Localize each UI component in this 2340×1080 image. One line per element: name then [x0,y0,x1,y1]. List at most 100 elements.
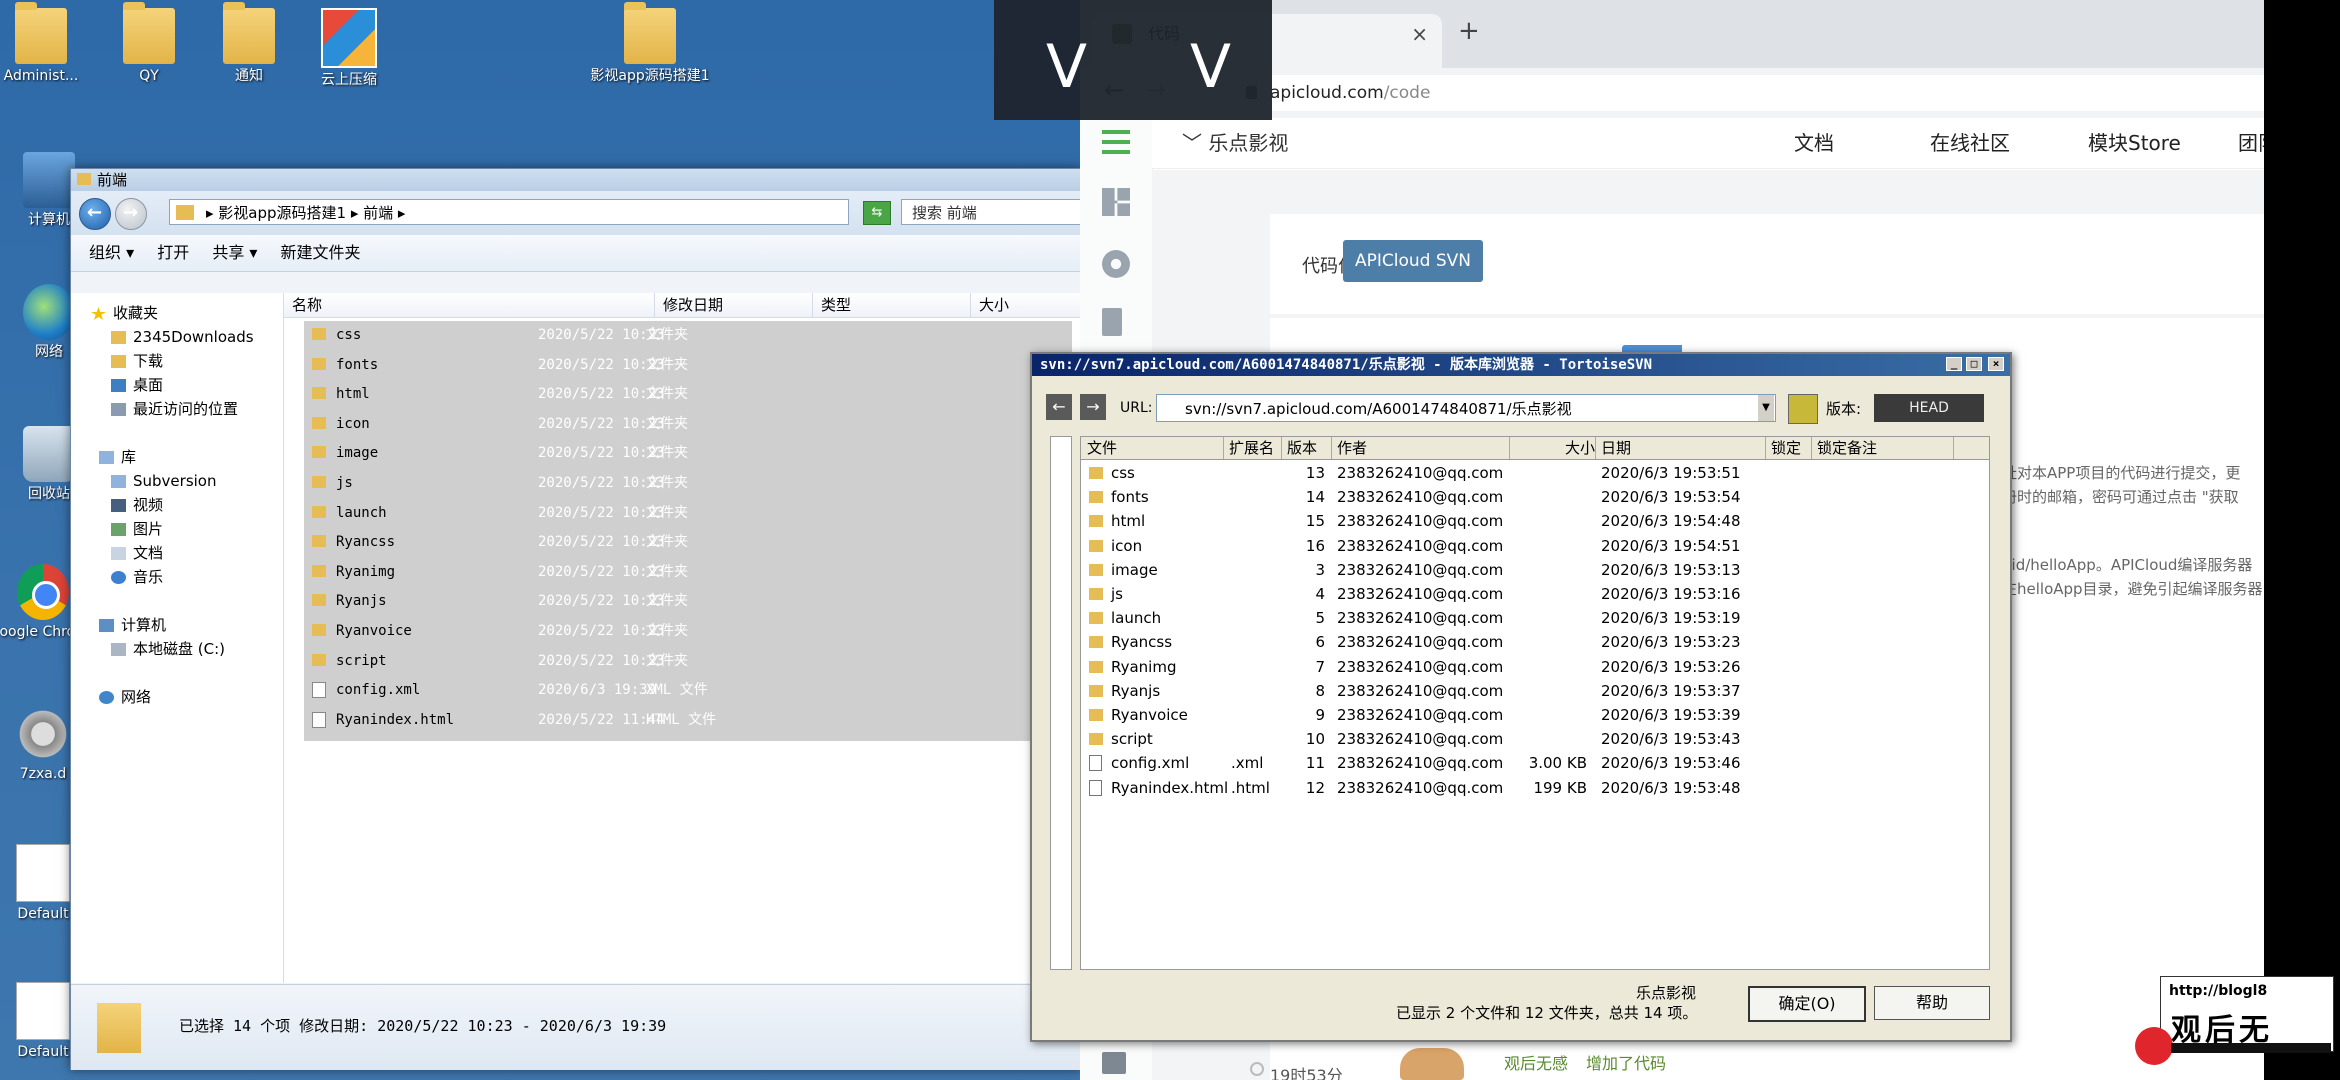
commit-author[interactable]: 观后无感 [1504,1050,1568,1074]
table-row[interactable]: Ryanvoice 9 2383262410@qq.com 2020/6/3 19:5… [1081,703,1989,727]
desktop-icon-notice[interactable]: 通知 [194,2,304,84]
project-selector[interactable]: ﹀ 乐点影视 [1182,118,1288,168]
table-row[interactable]: fonts 2020/5/22 10:23 文件夹 [304,351,1072,379]
column-rev[interactable]: 版本 [1281,437,1332,459]
table-row[interactable]: icon 2020/5/22 10:23 文件夹 [304,410,1072,438]
column-lock-note[interactable]: 锁定备注 [1811,437,1954,459]
help-button[interactable]: 帮助 [1874,986,1990,1020]
nav-label: 文档 [133,544,164,562]
forward-button[interactable]: → [1080,394,1106,420]
back-button[interactable]: ← [1046,394,1072,420]
ok-button[interactable]: 确定(O) [1748,986,1866,1022]
table-row[interactable]: css 13 2383262410@qq.com 2020/6/3 19:53:51 [1081,461,1989,485]
column-type[interactable]: 类型 [812,293,971,317]
share-button[interactable]: 共享 ▾ [212,235,257,271]
table-row[interactable]: fonts 14 2383262410@qq.com 2020/6/3 19:53:5… [1081,485,1989,509]
nav-community[interactable]: 在线社区 [1930,118,2010,168]
grid-icon[interactable] [1102,188,1130,216]
column-date[interactable]: 日期 [1595,437,1766,459]
table-row[interactable]: Ryancss 2020/5/22 10:23 文件夹 [304,528,1072,556]
maximize-button[interactable]: □ [1966,357,1982,371]
window-icon[interactable] [1102,1052,1126,1074]
version-button[interactable]: HEAD [1874,394,1984,422]
column-date[interactable]: 修改日期 [654,293,813,317]
table-row[interactable]: html 2020/5/22 10:23 文件夹 [304,380,1072,408]
table-row[interactable]: Ryanvoice 2020/5/22 10:23 文件夹 [304,617,1072,645]
table-row[interactable]: js 4 2383262410@qq.com 2020/6/3 19:53:16 [1081,582,1989,606]
table-row[interactable]: Ryancss 6 2383262410@qq.com 2020/6/3 19:53:… [1081,630,1989,654]
nav-item-videos[interactable]: 视频 [111,495,163,515]
close-button[interactable]: × [1988,357,2004,371]
nav-item-subversion[interactable]: Subversion [111,471,217,491]
column-lock[interactable]: 锁定 [1765,437,1812,459]
table-row[interactable]: image 3 2383262410@qq.com 2020/6/3 19:53:13 [1081,558,1989,582]
search-input[interactable]: 搜索 前端 [901,199,1081,225]
svn-url-input[interactable]: svn://svn7.apicloud.com/A6001474840871/乐… [1156,394,1776,422]
nav-network[interactable]: 网络 [99,687,151,707]
column-name[interactable]: 名称 [284,293,642,317]
nav-item-recent[interactable]: 最近访问的位置 [111,399,238,419]
gear-icon[interactable] [1102,250,1130,278]
table-row[interactable]: css 2020/5/22 10:23 文件夹 [304,321,1072,349]
nav-favorites[interactable]: 收藏夹 [91,303,158,323]
minimize-button[interactable]: _ [1946,357,1962,371]
forward-button[interactable]: → [115,198,147,230]
table-row[interactable]: icon 16 2383262410@qq.com 2020/6/3 19:54:51 [1081,534,1989,558]
table-row[interactable]: Ryanjs 8 2383262410@qq.com 2020/6/3 19:53:3… [1081,679,1989,703]
table-row[interactable]: script 2020/5/22 10:23 文件夹 [304,647,1072,675]
nav-item-local-disk[interactable]: 本地磁盘 (C:) [111,639,225,659]
new-tab-button[interactable]: + [1458,16,1480,46]
apicloud-svn-button[interactable]: APICloud SVN [1343,240,1483,282]
nav-module-store[interactable]: 模块Store [2088,118,2181,168]
nav-item-downloads[interactable]: 下载 [111,351,163,371]
path-input[interactable]: ▸ 影视app源码搭建1 ▸ 前端 ▸ [169,199,849,225]
table-row[interactable]: Ryanindex.html .html 12 2383262410@qq.com 19… [1081,776,1989,800]
table-row[interactable]: image 2020/5/22 10:23 文件夹 [304,439,1072,467]
nav-item-desktop[interactable]: 桌面 [111,375,163,395]
nav-item-downloads-2345[interactable]: 2345Downloads [111,327,254,347]
url-input[interactable]: apicloud.com/code [1230,75,2320,111]
menu-icon[interactable] [1102,130,1130,154]
column-ext[interactable]: 扩展名 [1223,437,1282,459]
table-row[interactable]: launch 5 2383262410@qq.com 2020/6/3 19:53:1… [1081,606,1989,630]
table-row[interactable]: launch 2020/5/22 10:23 文件夹 [304,499,1072,527]
desktop-icon-admin[interactable]: Administ... [0,2,96,84]
table-row[interactable]: Ryanjs 2020/5/22 10:23 文件夹 [304,587,1072,615]
nav-item-pictures[interactable]: 图片 [111,519,163,539]
organize-button[interactable]: 组织 ▾ [89,235,134,271]
table-row[interactable]: js 2020/5/22 10:23 文件夹 [304,469,1072,497]
nav-library[interactable]: 库 [99,447,136,467]
app-header: ﹀ 乐点影视 文档 在线社区 模块Store 团队协作 [1152,118,2340,169]
nav-item-documents[interactable]: 文档 [111,543,163,563]
file-name: config.xml [336,682,421,699]
column-author[interactable]: 作者 [1331,437,1510,459]
explorer-titlebar[interactable]: 前端 [71,169,1081,191]
table-row[interactable]: Ryanimg 7 2383262410@qq.com 2020/6/3 19:53:… [1081,655,1989,679]
svn-tree-pane[interactable] [1050,436,1072,970]
column-file[interactable]: 文件 [1081,437,1224,459]
close-tab-icon[interactable]: × [1411,14,1428,54]
open-button[interactable]: 打开 [157,235,189,271]
table-row[interactable]: Ryanindex.html2020/5/22 11:44HTML 文件2 [304,706,1072,734]
gear-icon [17,706,69,762]
chevron-down-icon[interactable]: ▼ [1758,395,1774,421]
column-size[interactable]: 大小 [1509,437,1596,459]
table-row[interactable]: script 10 2383262410@qq.com 2020/6/3 19:53:… [1081,727,1989,751]
back-button[interactable]: ← [79,198,111,230]
table-row[interactable]: config.xml .xml 11 2383262410@qq.com 3.00 KB… [1081,751,1989,775]
table-row[interactable]: config.xml 2020/6/3 19:39 XML 文件 [304,676,1072,704]
nav-docs[interactable]: 文档 [1794,118,1834,168]
new-folder-button[interactable]: 新建文件夹 [281,235,361,271]
nav-computer[interactable]: 计算机 [99,615,166,635]
desktop-icon-project-folder[interactable]: 影视app源码搭建1 [590,2,710,84]
column-size[interactable]: 大小 [970,293,1089,317]
desktop-icon-qy[interactable]: QY [94,2,204,84]
table-row[interactable]: html 15 2383262410@qq.com 2020/6/3 19:54:48 [1081,509,1989,533]
desktop-icon-cloud-zip[interactable]: 云上压缩 [294,8,404,88]
refresh-button[interactable]: ⇆ [863,201,891,225]
revision-icon[interactable] [1788,394,1818,424]
table-row[interactable]: Ryanimg 2020/5/22 10:23 文件夹 [304,558,1072,586]
document-icon[interactable] [1102,308,1122,336]
nav-item-music[interactable]: 音乐 [111,567,163,587]
svn-titlebar[interactable]: svn://svn7.apicloud.com/A6001474840871/乐… [1032,354,2010,376]
